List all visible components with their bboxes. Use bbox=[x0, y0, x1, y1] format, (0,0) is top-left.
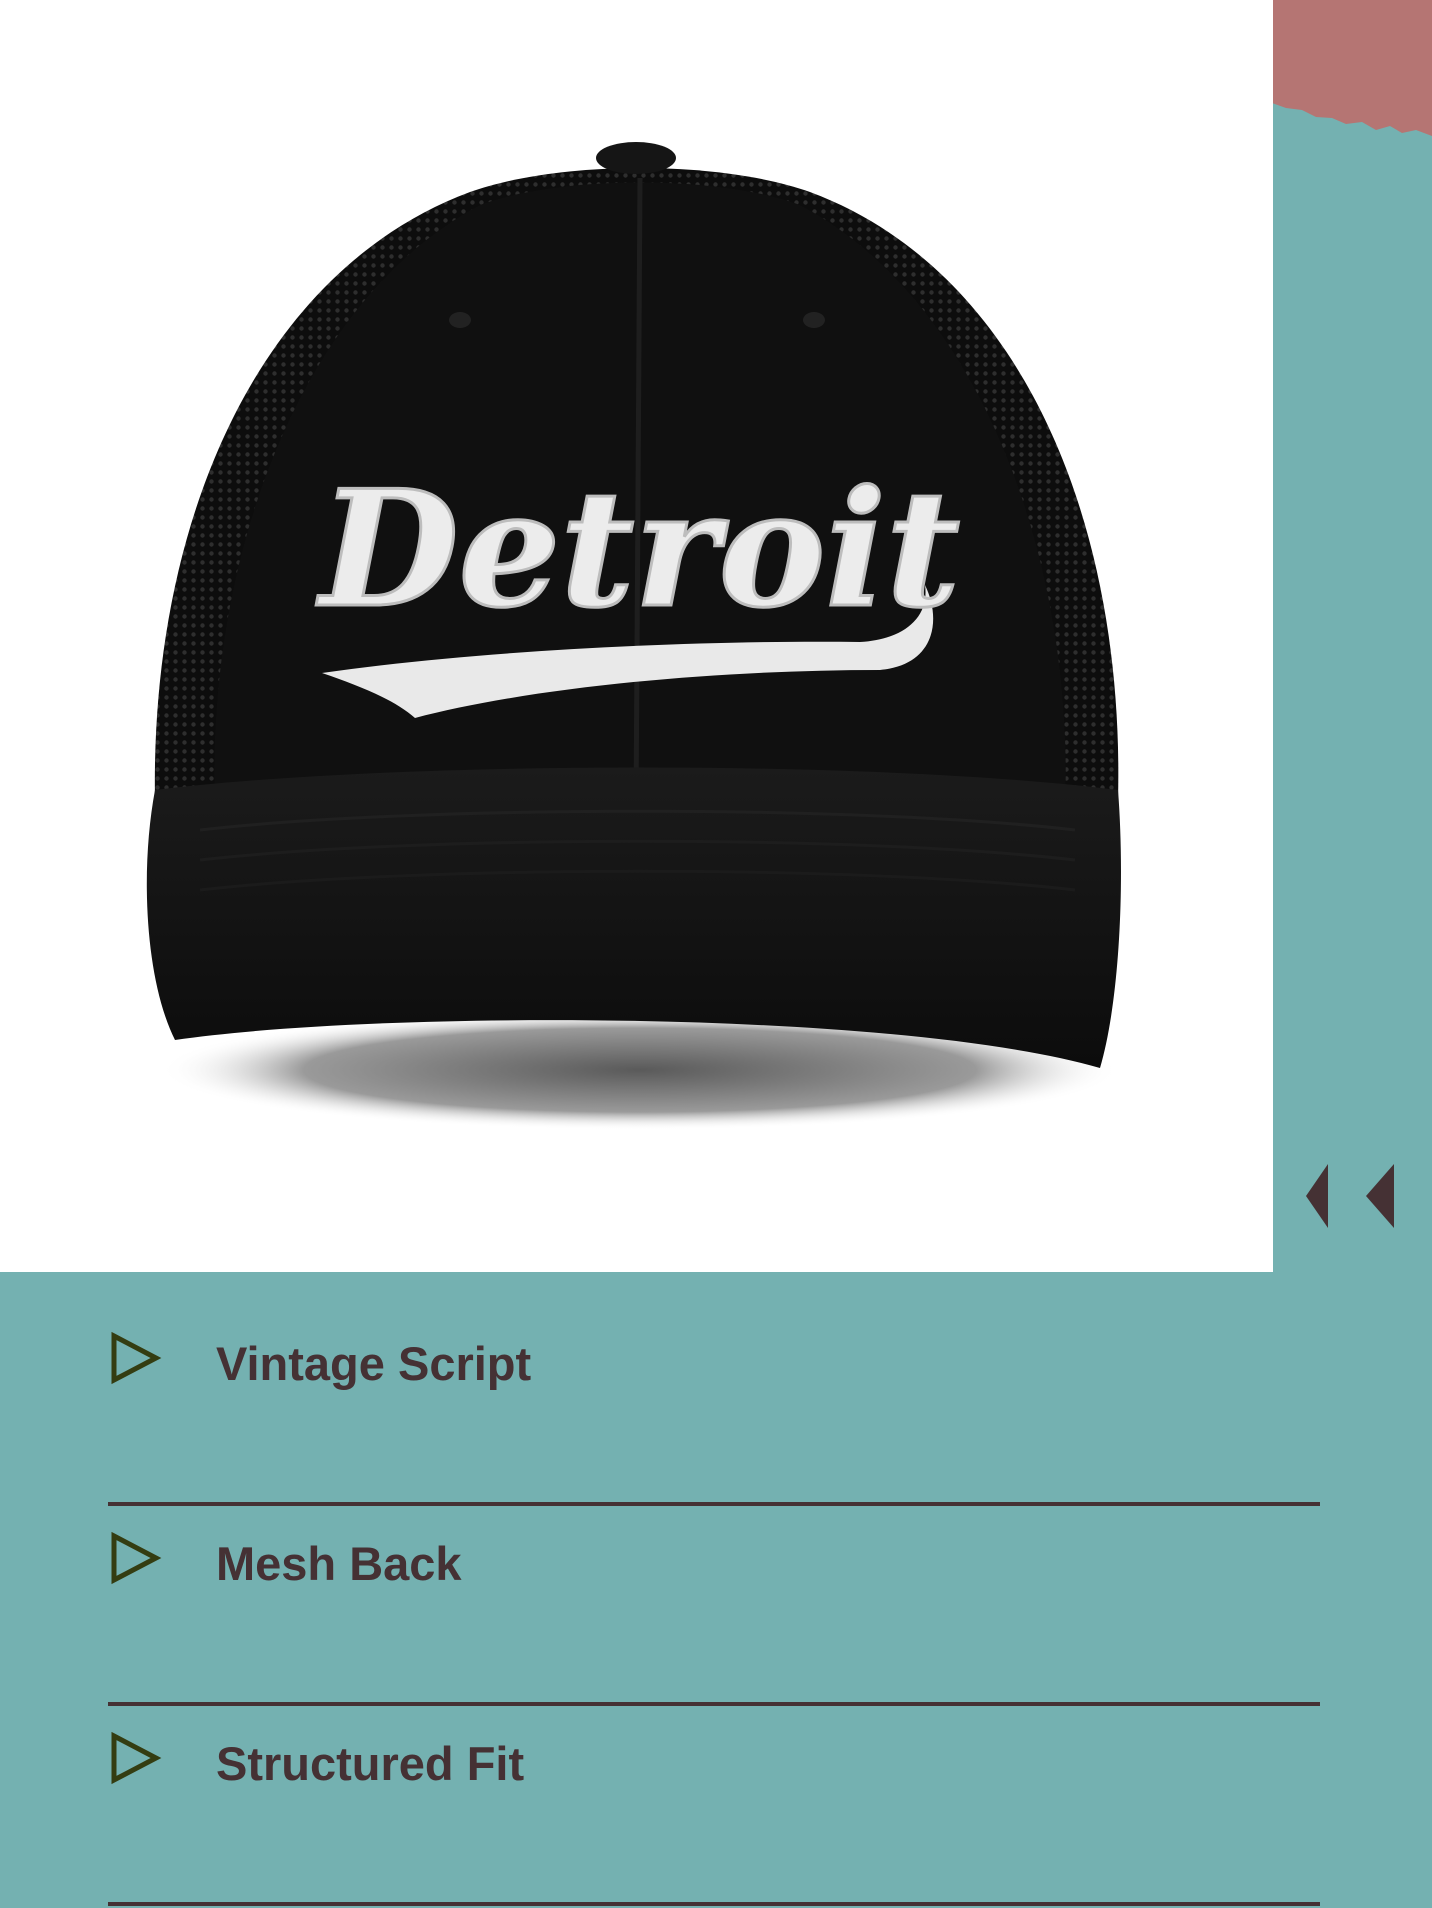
collapse-left-icon[interactable] bbox=[1298, 1160, 1402, 1232]
play-outline-icon bbox=[111, 1731, 162, 1785]
feature-item-structured-fit[interactable]: Structured Fit bbox=[108, 1706, 1320, 1906]
feature-label: Structured Fit bbox=[216, 1737, 525, 1790]
feature-label: Vintage Script bbox=[216, 1337, 532, 1390]
features-list: Vintage Script Mesh Back Structured Fit bbox=[108, 1306, 1320, 1906]
product-image: Detroit bbox=[0, 0, 1273, 1272]
trucker-hat-illustration: Detroit bbox=[146, 142, 1121, 1130]
hat-button bbox=[596, 142, 676, 174]
feature-item-vintage-script[interactable]: Vintage Script bbox=[108, 1306, 1320, 1506]
feature-item-mesh-back[interactable]: Mesh Back bbox=[108, 1506, 1320, 1706]
feature-label: Mesh Back bbox=[216, 1537, 462, 1590]
play-outline-icon bbox=[111, 1531, 162, 1585]
embroidered-text: Detroit bbox=[316, 455, 960, 643]
play-outline-icon bbox=[111, 1331, 162, 1385]
